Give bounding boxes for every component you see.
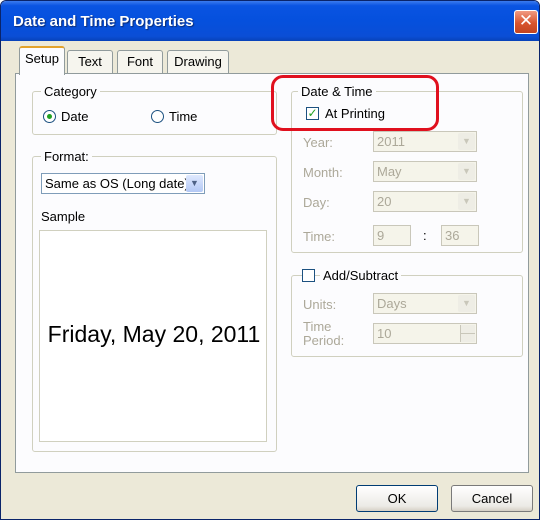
format-legend: Format: — [41, 149, 92, 164]
tab-font-label: Font — [126, 54, 153, 69]
add-subtract-checkbox[interactable] — [302, 269, 315, 282]
units-label: Units: — [303, 297, 337, 312]
sample-label: Sample — [41, 209, 86, 224]
stepper-arrows-icon[interactable] — [460, 325, 475, 342]
year-value: 2011 — [377, 134, 405, 149]
day-select[interactable]: 20 ▼ — [373, 191, 477, 212]
month-value: May — [377, 164, 402, 179]
time-period-value: 10 — [377, 326, 392, 341]
tab-font[interactable]: Font — [117, 50, 163, 74]
month-select[interactable]: May ▼ — [373, 161, 477, 182]
time-period-label-line2: Period: — [303, 333, 345, 348]
close-button[interactable]: ✕ — [514, 10, 538, 34]
time-period-label-line1: Time — [303, 319, 332, 334]
window-title: Date and Time Properties — [13, 13, 194, 30]
time-label: Time: — [303, 229, 336, 244]
tab-setup[interactable]: Setup — [19, 46, 65, 75]
sample-text: Friday, May 20, 2011 — [47, 321, 261, 347]
ok-button[interactable]: OK — [356, 485, 438, 512]
sample-preview: Friday, May 20, 2011 — [39, 230, 267, 442]
cancel-button-label: Cancel — [471, 491, 513, 506]
year-select[interactable]: 2011 ▼ — [373, 131, 477, 152]
tab-drawing[interactable]: Drawing — [167, 50, 229, 74]
format-select-value: Same as OS (Long date) — [45, 176, 189, 191]
hour-value: 9 — [377, 228, 385, 243]
time-period-stepper[interactable]: 10 — [373, 323, 477, 344]
format-select[interactable]: Same as OS (Long date) ▼ — [41, 173, 205, 194]
year-label: Year: — [303, 135, 333, 150]
add-subtract-legend: Add/Subtract — [320, 268, 402, 283]
cancel-button[interactable]: Cancel — [451, 485, 533, 512]
time-radio-label: Time — [169, 109, 198, 124]
chevron-down-icon: ▼ — [458, 163, 475, 180]
day-label: Day: — [303, 195, 330, 210]
dialog-window: Date and Time Properties ✕ Setup Text Fo… — [0, 0, 540, 520]
tab-drawing-label: Drawing — [174, 54, 222, 69]
chevron-down-icon: ▼ — [458, 193, 475, 210]
minute-value: 36 — [445, 228, 460, 243]
ok-button-label: OK — [387, 491, 407, 506]
time-radio[interactable] — [151, 110, 164, 123]
minute-field[interactable]: 36 — [441, 225, 479, 246]
units-select[interactable]: Days ▼ — [373, 293, 477, 314]
hour-field[interactable]: 9 — [373, 225, 411, 246]
title-bar[interactable]: Date and Time Properties ✕ — [1, 1, 539, 41]
date-radio[interactable] — [43, 110, 56, 123]
units-value: Days — [377, 296, 407, 311]
close-icon: ✕ — [518, 11, 534, 31]
day-value: 20 — [377, 194, 392, 209]
chevron-down-icon: ▼ — [458, 133, 475, 150]
highlight-annotation — [271, 75, 439, 131]
tab-setup-label: Setup — [25, 51, 59, 66]
chevron-down-icon: ▼ — [458, 295, 475, 312]
tab-text-label: Text — [78, 54, 102, 69]
chevron-down-icon: ▼ — [186, 175, 203, 192]
time-separator: : — [423, 228, 427, 243]
date-radio-label: Date — [61, 109, 89, 124]
tab-text[interactable]: Text — [67, 50, 113, 74]
month-label: Month: — [303, 165, 343, 180]
category-legend: Category — [41, 84, 100, 99]
